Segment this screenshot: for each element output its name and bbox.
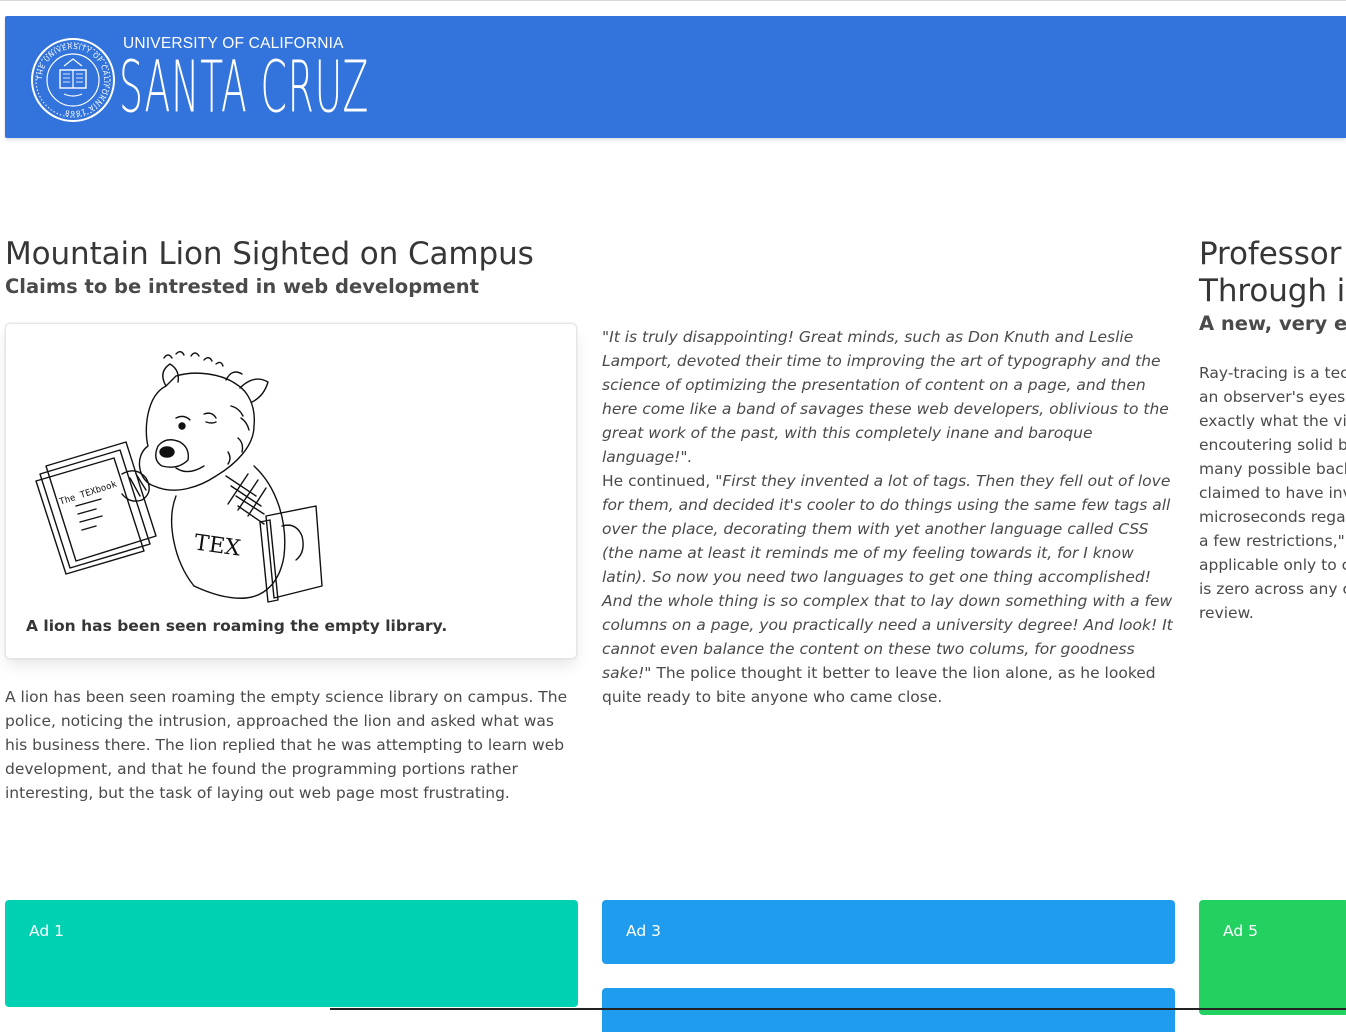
ad-1-label: Ad 1 [29, 922, 64, 940]
ad-3-label: Ad 3 [626, 922, 661, 940]
figure-caption: A lion has been seen roaming the empty l… [26, 617, 448, 635]
article-1-body: A lion has been seen roaming the empty s… [5, 688, 568, 802]
lion-illustration: TEX The TEXbook [35, 351, 323, 603]
ucsc-logo[interactable]: THE UNIVERSITY OF CALIFORNIA 1868 UNIVER… [30, 35, 368, 125]
article-2-body-line: claimed to have inver [1199, 484, 1346, 502]
lion-figure-card: TEX The TEXbook A lion has been seen roa… [5, 323, 577, 659]
article-2-body-line: many possible backw [1199, 460, 1346, 478]
campus-name: SANTA CRUZ [119, 44, 370, 129]
article-2-subtitle: A new, very effici [1199, 311, 1346, 335]
article-2-title-line-2: Through in [1199, 272, 1346, 309]
ad-5-box[interactable]: Ad 5 [1199, 900, 1346, 1015]
article-1-ending: The police thought it better to leave th… [602, 664, 1156, 706]
article-2-body-line: encoutering solid bo [1199, 436, 1346, 454]
university-seal-icon: THE UNIVERSITY OF CALIFORNIA 1868 [31, 38, 115, 122]
lion-quote-1: "It is truly disappointing! Great minds,… [602, 328, 1169, 466]
lion-chest-text: TEX [193, 530, 243, 561]
site-header: THE UNIVERSITY OF CALIFORNIA 1868 UNIVER… [5, 16, 1346, 138]
article-1-heading: Mountain Lion Sighted on Campus Claims t… [5, 236, 585, 298]
article-1-title: Mountain Lion Sighted on Campus [5, 236, 534, 272]
article-2-body-line: an observer's eyes ar [1199, 388, 1346, 406]
article-2-title: Professor c Through in [1199, 236, 1346, 310]
article-2-body-line: a few restrictions," he [1199, 532, 1346, 550]
article-2-body-line: exactly what the view [1199, 412, 1346, 430]
continued-lead: He continued, [602, 472, 716, 490]
article-2-body: Ray-tracing is a techn an observer's eye… [1199, 361, 1346, 625]
ad-4-box[interactable] [602, 988, 1175, 1032]
article-2-body-line: Ray-tracing is a techn [1199, 364, 1346, 382]
article-2-body-line: applicable only to clo [1199, 556, 1346, 574]
article-2-body-line: is zero across any clo [1199, 580, 1346, 598]
ad-3-box[interactable]: Ad 3 [602, 900, 1175, 964]
top-border [0, 0, 1346, 1]
article-2-body-line: review. [1199, 604, 1254, 622]
article-2-body-line: microseconds regard [1199, 508, 1346, 526]
article-1-continued: "It is truly disappointing! Great minds,… [602, 325, 1175, 709]
article-2-heading: Professor c Through in A new, very effic… [1199, 236, 1346, 335]
article-1-subtitle: Claims to be intrested in web developmen… [5, 274, 479, 298]
ad-1-box[interactable]: Ad 1 [5, 900, 578, 1007]
texbook-label: The TEXbook [58, 480, 118, 508]
ad-5-label: Ad 5 [1223, 922, 1258, 940]
lion-quote-2: "First they invented a lot of tags. Then… [602, 472, 1173, 682]
article-2-title-line-1: Professor c [1199, 236, 1346, 272]
